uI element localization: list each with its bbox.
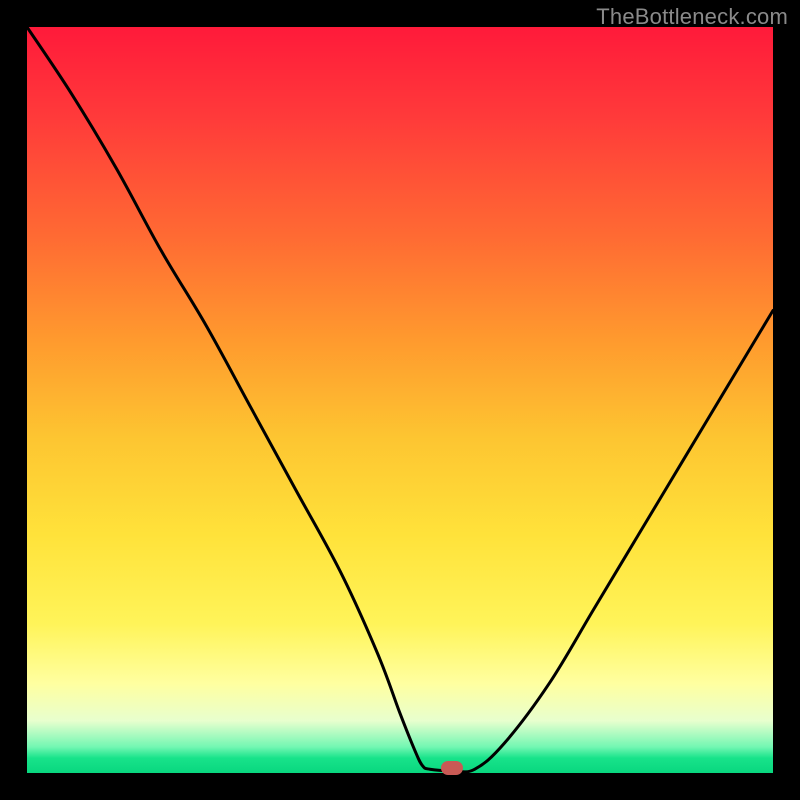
plot-area xyxy=(27,27,773,773)
optimal-marker xyxy=(441,761,463,775)
curve-path xyxy=(27,27,773,772)
bottleneck-curve xyxy=(27,27,773,773)
chart-frame: TheBottleneck.com xyxy=(0,0,800,800)
